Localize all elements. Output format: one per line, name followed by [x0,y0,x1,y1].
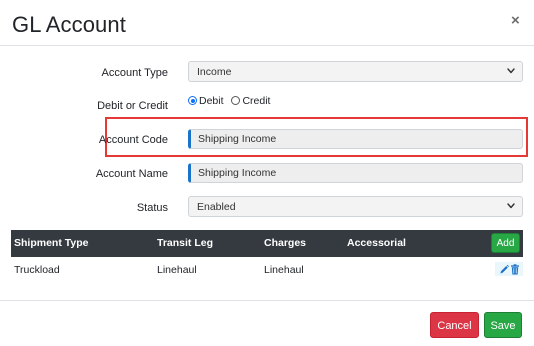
cancel-button[interactable]: Cancel [430,312,479,338]
column-header-accessorial: Accessorial [347,237,406,249]
column-header-charges: Charges [264,237,307,249]
trash-icon[interactable] [510,264,520,275]
debit-radio-label: Debit [199,95,224,107]
cell-charges: Linehaul [264,264,304,276]
column-header-shipment-type: Shipment Type [14,237,89,249]
account-type-select[interactable]: Income [188,61,523,82]
gl-account-modal: GL Account × Account Type Income Debit o… [0,0,534,346]
account-type-value: Income [197,66,232,78]
table-header: Shipment Type Transit Leg Charges Access… [11,230,523,257]
close-icon[interactable]: × [511,12,520,29]
pencil-icon[interactable] [499,264,509,275]
save-button[interactable]: Save [484,312,522,338]
credit-radio[interactable] [231,96,241,105]
cell-shipment-type: Truckload [14,264,60,276]
modal-header: GL Account × [0,0,534,46]
status-label: Status [136,202,168,214]
status-select[interactable]: Enabled [188,196,523,217]
account-type-label: Account Type [101,67,168,79]
debit-credit-label: Debit or Credit [97,100,168,112]
credit-radio-label: Credit [242,95,271,107]
account-code-label: Account Code [98,134,168,146]
chevron-down-icon [507,203,515,209]
account-code-input[interactable] [188,129,523,149]
modal-footer: Cancel Save [0,300,534,346]
debit-credit-radio-group: Debit Credit [188,95,275,109]
table-row: Truckload Linehaul Linehaul [11,258,523,282]
add-row-button[interactable]: Add [491,233,520,253]
modal-title: GL Account [12,12,126,37]
column-header-transit-leg: Transit Leg [157,237,214,249]
debit-radio[interactable] [188,96,197,105]
chevron-down-icon [507,68,515,74]
status-value: Enabled [197,201,236,213]
row-actions [495,262,523,276]
account-name-label: Account Name [95,168,168,180]
account-name-input[interactable] [188,163,523,183]
cell-transit-leg: Linehaul [157,264,197,276]
